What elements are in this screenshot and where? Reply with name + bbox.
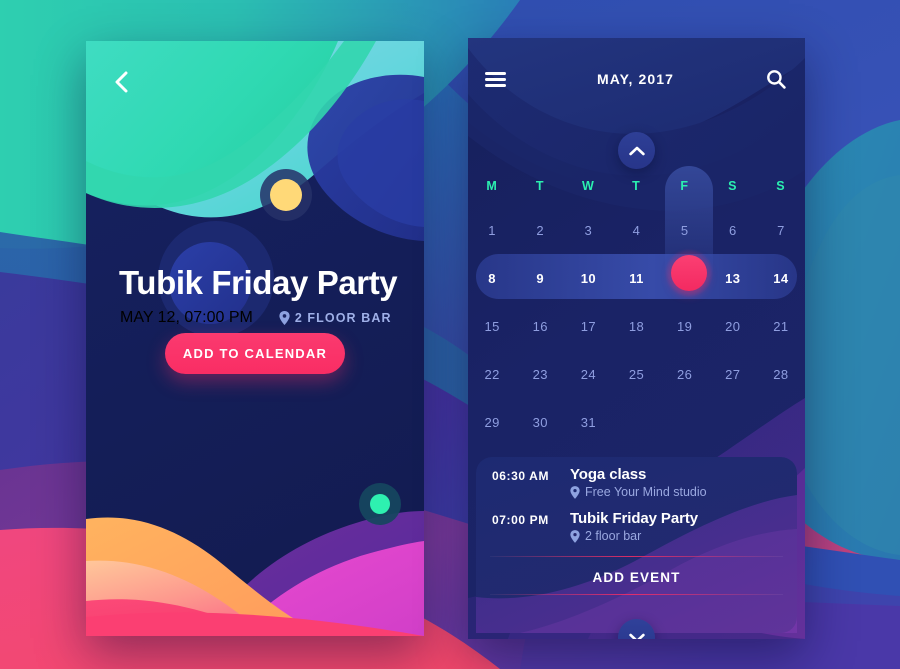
calendar-topbar: MAY, 2017 [468,60,805,98]
day-cell[interactable]: 2 [516,206,564,254]
events-panel: 06:30 AM Yoga class Free Your Mind studi… [476,457,797,633]
day-cell[interactable]: 23 [516,350,564,398]
event-item[interactable]: 07:00 PM Tubik Friday Party 2 floor bar [476,501,797,545]
divider-top [490,556,783,557]
weekday-fri: F [680,179,689,193]
weekday-sun: S [776,179,786,193]
divider-bottom [490,594,783,595]
calendar-week-row: 29 30 31 [468,398,805,446]
weekday-thu: T [632,179,641,193]
event-time: 07:00 PM [492,513,549,527]
day-cell[interactable]: 8 [468,254,516,302]
event-name: Tubik Friday Party [570,510,698,527]
event-time: 06:30 AM [492,469,550,483]
map-pin-icon [570,529,580,543]
event-location-label: 2 floor bar [585,529,642,543]
weekday-mon: M [486,179,498,193]
map-pin-icon [570,485,580,499]
day-cell-selected[interactable]: 12 [661,254,709,302]
menu-button[interactable] [474,60,516,98]
day-cell[interactable]: 29 [468,398,516,446]
day-cell[interactable]: 13 [709,254,757,302]
day-cell[interactable]: 9 [516,254,564,302]
event-location-label: Free Your Mind studio [585,485,707,499]
day-cell[interactable]: 10 [564,254,612,302]
search-button[interactable] [755,60,797,98]
day-cell[interactable]: 20 [709,302,757,350]
screenshot-canvas: Tubik Friday Party MAY 12, 07:00 PM 2 FL… [0,0,900,669]
calendar-week-row: 15 16 17 18 19 20 21 [468,302,805,350]
day-cell[interactable]: 31 [564,398,612,446]
month-title: MAY, 2017 [596,71,675,87]
day-cell-empty [757,398,805,446]
calendar-week-row: 22 23 24 25 26 27 28 [468,350,805,398]
event-item[interactable]: 06:30 AM Yoga class Free Your Mind studi… [476,457,797,501]
chevron-left-icon [115,71,128,93]
event-meta: MAY 12, 07:00 PM 2 FLOOR BAR [120,309,420,327]
day-cell[interactable]: 19 [661,302,709,350]
day-cell[interactable]: 11 [612,254,660,302]
day-cell[interactable]: 25 [612,350,660,398]
collapse-calendar-button[interactable] [618,132,655,169]
event-venue-label: 2 FLOOR BAR [294,311,392,325]
weekday-header-row: M T W T F S S [468,166,805,206]
day-cell[interactable]: 14 [757,254,805,302]
calendar-screen: MAY, 2017 M T W T F S S 1 2 3 4 5 6 7 8 … [468,38,805,639]
chevron-down-icon [628,633,645,639]
day-cell[interactable]: 7 [757,206,805,254]
weekday-wed: W [581,179,595,193]
back-button[interactable] [102,63,140,101]
calendar-week-row-selected: 8 9 10 11 12 13 14 [468,254,805,302]
event-name: Yoga class [570,466,647,483]
day-cell[interactable]: 27 [709,350,757,398]
day-cell[interactable]: 22 [468,350,516,398]
day-cell[interactable]: 30 [516,398,564,446]
map-pin-icon [279,311,290,325]
day-cell-empty [709,398,757,446]
add-to-calendar-button[interactable]: ADD TO CALENDAR [165,333,345,374]
event-venue: 2 FLOOR BAR [279,311,392,325]
day-cell[interactable]: 16 [516,302,564,350]
day-cell[interactable]: 5 [661,206,709,254]
event-location: Free Your Mind studio [570,485,781,499]
day-cell[interactable]: 17 [564,302,612,350]
day-cell[interactable]: 26 [661,350,709,398]
day-cell[interactable]: 6 [709,206,757,254]
event-datetime: MAY 12, 07:00 PM [120,309,253,326]
hamburger-menu-icon [484,71,506,87]
event-detail-screen: Tubik Friday Party MAY 12, 07:00 PM 2 FL… [86,41,424,636]
calendar-week-row: 1 2 3 4 5 6 7 [468,206,805,254]
day-cell[interactable]: 1 [468,206,516,254]
day-cell[interactable]: 3 [564,206,612,254]
day-cell[interactable]: 4 [612,206,660,254]
day-cell[interactable]: 28 [757,350,805,398]
event-details: Tubik Friday Party 2 floor bar [570,510,781,543]
search-icon [767,70,786,89]
chevron-up-icon [628,146,645,155]
events-list: 06:30 AM Yoga class Free Your Mind studi… [476,457,797,545]
weekday-sat: S [728,179,738,193]
day-cell[interactable]: 21 [757,302,805,350]
add-event-button[interactable]: ADD EVENT [476,561,797,594]
day-cell-empty [612,398,660,446]
event-title: Tubik Friday Party [119,264,398,301]
calendar-grid: M T W T F S S 1 2 3 4 5 6 7 8 9 10 11 12… [468,166,805,446]
day-cell[interactable]: 15 [468,302,516,350]
event-location: 2 floor bar [570,529,781,543]
day-cell[interactable]: 18 [612,302,660,350]
weekday-tue: T [535,179,545,193]
day-cell[interactable]: 24 [564,350,612,398]
event-details: Yoga class Free Your Mind studio [570,466,781,499]
day-cell-empty [661,398,709,446]
